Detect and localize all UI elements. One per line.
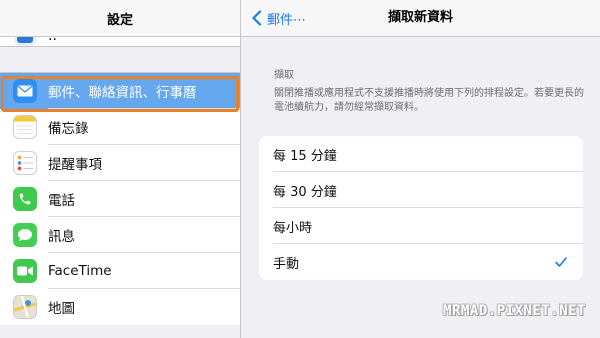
- section-description: 關閉推播或應用程式不支援推播時將使用下列的排程設定。若要更長的電池續航力，請勿經…: [274, 88, 584, 113]
- sidebar-item-maps[interactable]: 地圖: [0, 289, 240, 325]
- sidebar-item-label: 地圖: [48, 301, 75, 317]
- sidebar-item-label: FaceTime: [48, 263, 112, 279]
- watermark: MRMAD.PIXNET.NET: [443, 303, 586, 319]
- detail-pane: 郵件⋯ 擷取新資料 擷取 關閉推播或應用程式不支援推播時將使用下列的排程設定。若…: [241, 0, 600, 338]
- sidebar-item-reminders[interactable]: 提醒事項: [0, 145, 240, 181]
- sidebar-title: 設定: [106, 12, 133, 28]
- fetch-schedule-options: 每 15 分鐘 每 30 分鐘 每小時 手動: [259, 136, 583, 280]
- reminders-icon: [13, 151, 37, 175]
- maps-icon: [13, 295, 37, 319]
- sidebar-item-phone[interactable]: 電話: [0, 181, 240, 217]
- back-button[interactable]: 郵件⋯: [249, 0, 306, 36]
- settings-sidebar: 設定 .. 郵件、聯絡資訊、行事曆 備忘錄 提醒事項 電話 訊息 FaceTim…: [0, 0, 240, 338]
- sidebar-item-label: 備忘錄: [48, 121, 89, 137]
- split-divider: [240, 0, 241, 338]
- back-button-label: 郵件⋯: [267, 12, 307, 28]
- sidebar-item-messages[interactable]: 訊息: [0, 217, 240, 253]
- option-manual[interactable]: 手動: [259, 244, 583, 280]
- facetime-icon: [13, 259, 37, 283]
- sidebar-item-label: 提醒事項: [48, 157, 102, 173]
- option-hourly[interactable]: 每小時: [259, 208, 583, 244]
- option-every-30-minutes[interactable]: 每 30 分鐘: [259, 172, 583, 208]
- sidebar-item-label: 訊息: [48, 229, 75, 245]
- app-icon: [14, 36, 36, 46]
- mail-icon: [13, 79, 37, 103]
- sidebar-item-label: 郵件、聯絡資訊、行事曆: [48, 85, 197, 101]
- sidebar-item-label: 電話: [48, 193, 75, 209]
- option-every-15-minutes[interactable]: 每 15 分鐘: [259, 136, 583, 172]
- sidebar-item-mail-contacts-calendars[interactable]: 郵件、聯絡資訊、行事曆: [0, 73, 240, 109]
- phone-icon: [13, 187, 37, 211]
- option-label: 每小時: [273, 220, 313, 236]
- detail-header: 郵件⋯ 擷取新資料: [241, 0, 600, 37]
- notes-icon: [13, 115, 37, 139]
- option-label: 手動: [273, 256, 300, 272]
- sidebar-item-notes[interactable]: 備忘錄: [0, 109, 240, 145]
- sidebar-item-partial[interactable]: ..: [0, 36, 240, 47]
- sidebar-header: 設定: [0, 0, 240, 37]
- checkmark-icon: [555, 257, 567, 267]
- messages-icon: [13, 223, 37, 247]
- sidebar-item-partial-label: ..: [48, 36, 57, 44]
- option-label: 每 15 分鐘: [273, 148, 337, 164]
- chevron-left-icon: [252, 10, 262, 26]
- option-label: 每 30 分鐘: [273, 184, 337, 200]
- sidebar-menu: 郵件、聯絡資訊、行事曆 備忘錄 提醒事項 電話 訊息 FaceTime 地圖: [0, 72, 240, 325]
- section-header: 擷取: [274, 70, 294, 81]
- sidebar-item-facetime[interactable]: FaceTime: [0, 253, 240, 289]
